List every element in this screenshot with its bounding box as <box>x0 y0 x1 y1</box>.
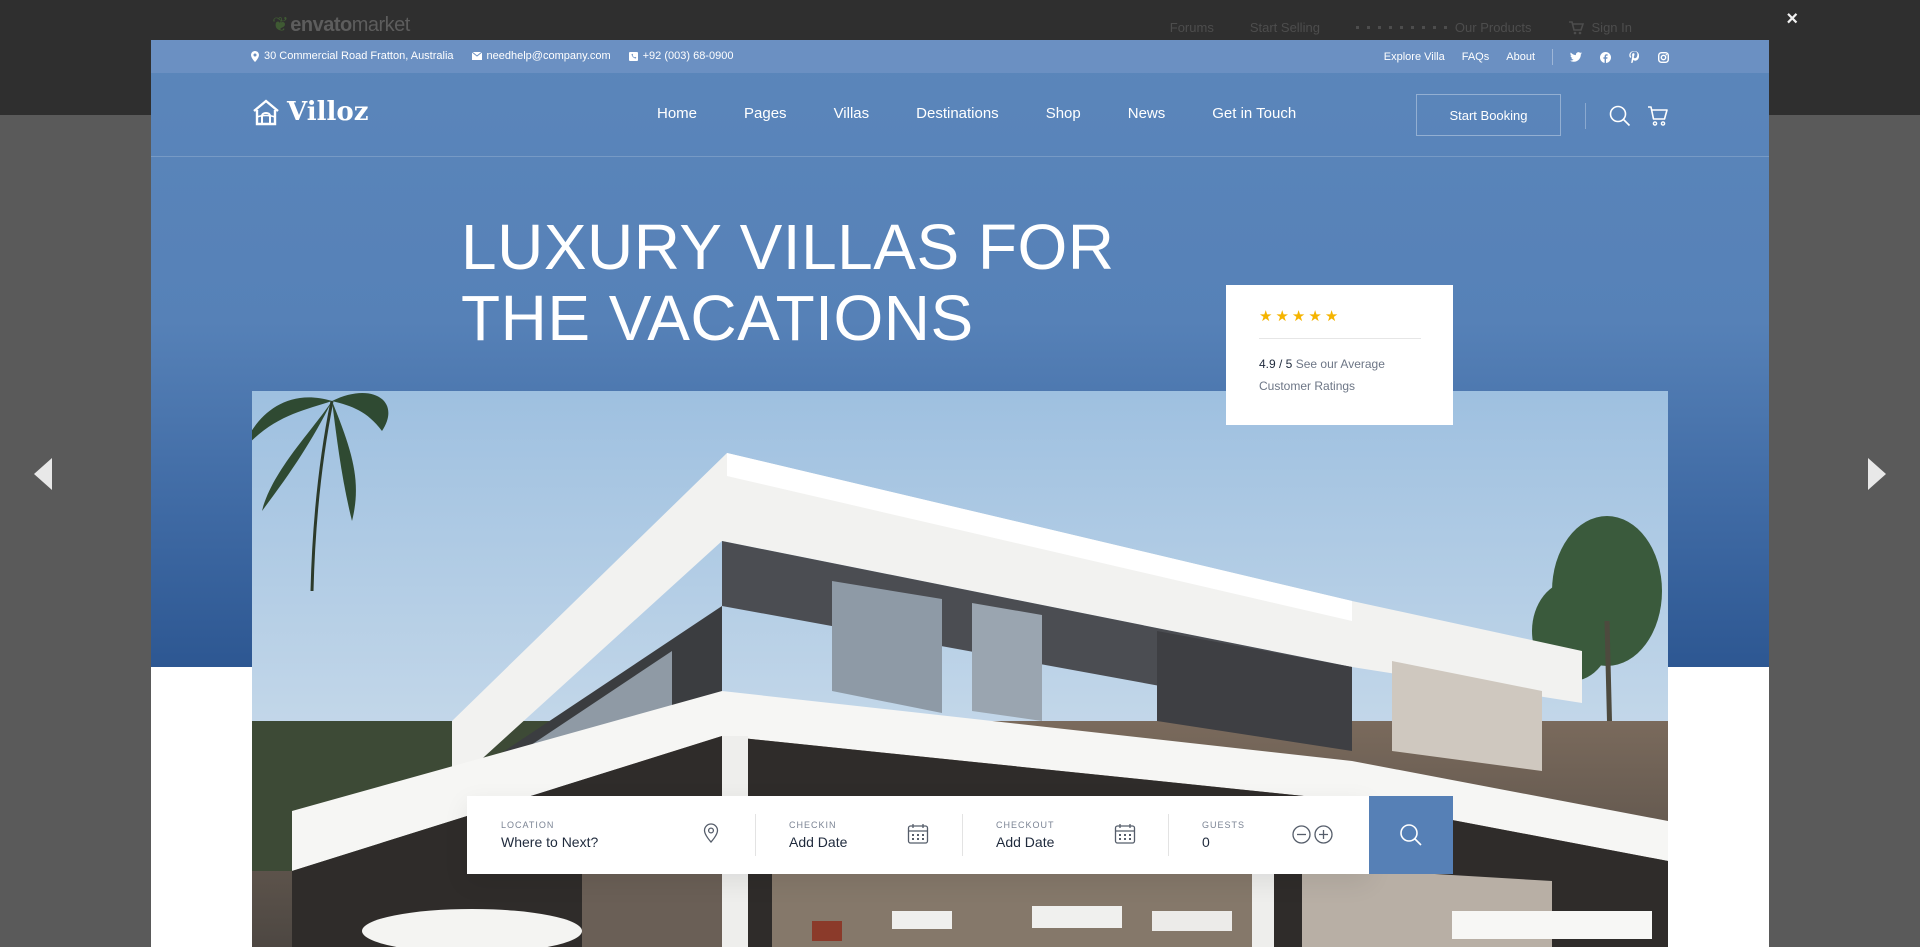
facebook-icon[interactable] <box>1599 51 1611 63</box>
envato-nav: Forums Start Selling Our Products Sign I… <box>1170 20 1632 35</box>
search-submit-button[interactable] <box>1369 796 1453 874</box>
rating-text: 4.9 / 5 See our Average Customer Ratings <box>1259 353 1409 397</box>
address-item: 30 Commercial Road Fratton, Australia <box>251 50 454 62</box>
topbar-link-faqs[interactable]: FAQs <box>1462 51 1490 63</box>
divider <box>962 814 963 856</box>
booking-search-bar: LOCATION Where to Next? CHECKIN Add Date… <box>467 796 1369 874</box>
search-icon <box>1400 824 1422 846</box>
cart-icon[interactable] <box>1647 105 1669 127</box>
cart-icon <box>1568 20 1584 34</box>
guests-value[interactable]: 0 <box>1202 834 1210 850</box>
map-pin-icon <box>703 823 719 843</box>
divider <box>1585 103 1586 129</box>
divider <box>1168 814 1169 856</box>
nav-shop[interactable]: Shop <box>1046 105 1081 122</box>
location-field[interactable]: LOCATION Where to Next? <box>501 796 741 874</box>
phone-item[interactable]: +92 (003) 68-0900 <box>628 50 733 62</box>
nav-villas[interactable]: Villas <box>834 105 870 122</box>
checkout-input[interactable]: Add Date <box>996 834 1054 850</box>
divider <box>755 814 756 856</box>
nav-pages[interactable]: Pages <box>744 105 787 122</box>
search-icon[interactable] <box>1609 105 1631 127</box>
checkin-field[interactable]: CHECKIN Add Date <box>789 796 939 874</box>
divider <box>1259 338 1421 339</box>
nav-destinations[interactable]: Destinations <box>916 105 999 122</box>
theme-preview: 30 Commercial Road Fratton, Australia ne… <box>151 40 1769 947</box>
topbar-link-about[interactable]: About <box>1506 51 1535 63</box>
map-pin-icon <box>251 50 259 62</box>
location-input[interactable]: Where to Next? <box>501 834 598 850</box>
calendar-icon <box>1114 824 1136 844</box>
star-icon: ★ <box>1324 308 1339 325</box>
nav-get-in-touch[interactable]: Get in Touch <box>1212 105 1296 122</box>
close-icon[interactable]: × <box>1786 8 1798 31</box>
pinterest-icon[interactable] <box>1628 51 1640 63</box>
envato-nav-start-selling[interactable]: Start Selling <box>1250 20 1320 35</box>
twitter-icon[interactable] <box>1570 51 1582 63</box>
start-booking-button[interactable]: Start Booking <box>1416 94 1561 136</box>
top-info-bar: 30 Commercial Road Fratton, Australia ne… <box>151 40 1769 73</box>
star-icon: ★ <box>1259 308 1273 325</box>
instagram-icon[interactable] <box>1657 51 1669 63</box>
envato-logo[interactable]: ❦ envatomarket <box>272 12 410 37</box>
site-logo[interactable]: Villoz <box>251 97 368 127</box>
grid-icon <box>1355 26 1447 29</box>
hero-title: LUXURY VILLAS FOR THE VACATIONS <box>461 211 1115 354</box>
star-icon: ★ <box>1291 308 1306 325</box>
calendar-icon <box>907 824 929 844</box>
rating-score: 4.9 / 5 <box>1259 357 1293 371</box>
divider <box>1552 49 1553 65</box>
nav-home[interactable]: Home <box>657 105 697 122</box>
envato-nav-our-products[interactable]: Our Products <box>1355 20 1532 35</box>
minus-circle-icon[interactable] <box>1292 825 1311 844</box>
next-arrow-icon[interactable] <box>1868 458 1886 490</box>
star-rating: ★ ★ ★ ★ ★ <box>1259 307 1420 325</box>
previous-arrow-icon[interactable] <box>34 458 52 490</box>
star-icon: ★ <box>1308 308 1322 325</box>
villa-logo-icon <box>253 99 279 126</box>
email-item[interactable]: needhelp@company.com <box>471 50 611 62</box>
envato-nav-sign-in[interactable]: Sign In <box>1568 20 1632 35</box>
checkin-input[interactable]: Add Date <box>789 834 847 850</box>
main-header: Villoz Home Pages Villas Destinations Sh… <box>151 73 1769 157</box>
star-icon: ★ <box>1275 308 1289 325</box>
rating-card: ★ ★ ★ ★ ★ 4.9 / 5 See our Average Custom… <box>1226 285 1453 425</box>
phone-icon <box>628 51 638 61</box>
main-nav: Home Pages Villas Destinations Shop News… <box>657 105 1296 122</box>
nav-news[interactable]: News <box>1128 105 1166 122</box>
envato-nav-forums[interactable]: Forums <box>1170 20 1214 35</box>
envelope-icon <box>471 52 482 60</box>
checkout-field[interactable]: CHECKOUT Add Date <box>996 796 1146 874</box>
guests-field: GUESTS 0 <box>1202 796 1352 874</box>
topbar-link-explore-villa[interactable]: Explore Villa <box>1384 51 1445 63</box>
envato-leaf-icon: ❦ <box>272 14 289 36</box>
plus-circle-icon[interactable] <box>1314 825 1333 844</box>
